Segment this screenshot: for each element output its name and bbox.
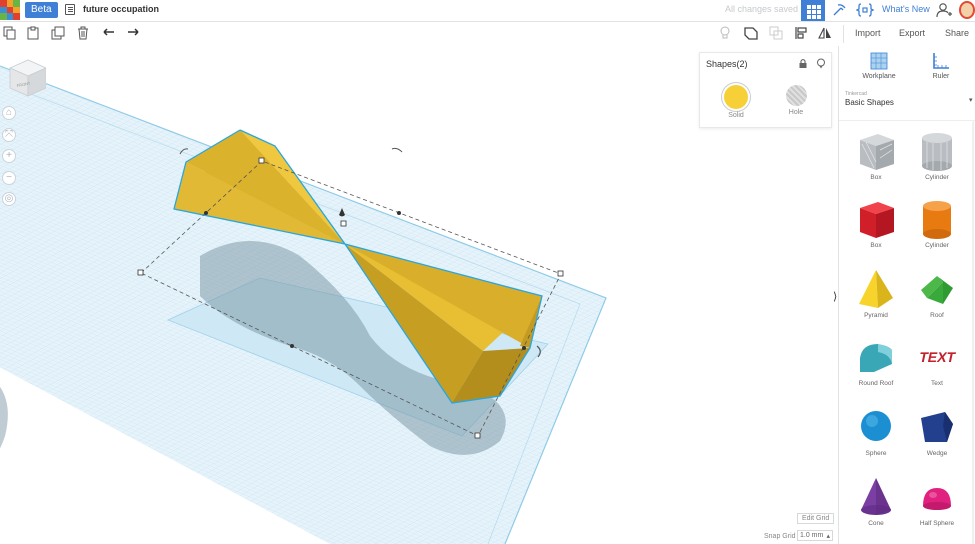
- shape-round-roof[interactable]: Round Roof: [851, 336, 901, 387]
- shape-inspector: Shapes(2) Solid Hole: [699, 52, 832, 128]
- shape-label: Half Sphere: [919, 520, 955, 527]
- delete-icon[interactable]: [76, 26, 90, 40]
- edge-handle[interactable]: [290, 344, 294, 348]
- solid-option[interactable]: Solid: [716, 85, 756, 119]
- shape-label: Wedge: [926, 450, 948, 457]
- align-icon[interactable]: [794, 26, 808, 40]
- perspective-icon[interactable]: ◎: [2, 192, 16, 206]
- shape-text[interactable]: TEXT Text: [912, 336, 962, 387]
- shape-roof[interactable]: Roof: [912, 268, 962, 319]
- ungroup-icon[interactable]: [769, 26, 783, 40]
- shape-label: Roof: [930, 312, 944, 319]
- shape-sphere[interactable]: Sphere: [851, 406, 901, 457]
- inspector-title: Shapes(2): [706, 59, 748, 69]
- save-status: All changes saved: [725, 4, 799, 14]
- lock-icon[interactable]: [798, 58, 808, 69]
- edit-grid-button[interactable]: Edit Grid: [797, 513, 835, 524]
- grid-view-icon[interactable]: [801, 0, 825, 21]
- chevron-icon: ▴: [826, 533, 830, 540]
- toolbar: Import Export Share: [0, 22, 975, 46]
- panel-scrollbar[interactable]: [972, 120, 974, 544]
- whats-new-link[interactable]: What's New: [882, 4, 930, 14]
- paste-icon[interactable]: [26, 26, 40, 40]
- off-canvas-shadow: [0, 386, 8, 449]
- toolbar-divider: [843, 25, 844, 43]
- library-source: Tinkercad: [845, 91, 867, 97]
- ruler-tool[interactable]: Ruler: [913, 52, 969, 80]
- shape-half-sphere[interactable]: Half Sphere: [912, 476, 962, 527]
- shape-label: Box: [870, 174, 882, 181]
- zoom-in-icon[interactable]: +: [2, 149, 16, 163]
- export-button[interactable]: Export: [899, 28, 925, 38]
- import-button[interactable]: Import: [855, 28, 881, 38]
- shapes-panel: Workplane Ruler Tinkercad Basic Shapes ▾…: [838, 46, 975, 544]
- view-cube[interactable]: FRONT: [8, 58, 46, 98]
- chevron-down-icon[interactable]: ▾: [969, 96, 973, 104]
- library-select[interactable]: Basic Shapes: [845, 98, 894, 107]
- edge-handle[interactable]: [397, 211, 401, 215]
- snap-grid-select[interactable]: 1.0 mm ▴: [797, 530, 833, 541]
- shape-label: Pyramid: [864, 312, 888, 319]
- home-icon[interactable]: ⌂: [2, 106, 16, 120]
- text-shape-glyphs: TEXT: [918, 349, 957, 365]
- shape-cone[interactable]: Cone: [851, 476, 901, 527]
- hole-option[interactable]: Hole: [776, 85, 816, 116]
- shape-cylinder[interactable]: Cylinder: [912, 198, 962, 249]
- shape-label: Round Roof: [858, 380, 894, 387]
- hole-label: Hole: [788, 109, 804, 116]
- ruler-label: Ruler: [932, 73, 950, 80]
- shape-label: Box: [870, 242, 882, 249]
- workplane-icon: [870, 52, 888, 70]
- light-bulb-icon[interactable]: [816, 58, 826, 69]
- shape-cylinder-hole[interactable]: Cylinder: [912, 130, 962, 181]
- shape-label: Cone: [868, 520, 884, 527]
- shape-box-hole[interactable]: Box: [851, 130, 901, 181]
- account-icon[interactable]: [935, 2, 953, 18]
- document-title[interactable]: future occupation: [83, 4, 159, 14]
- group-icon[interactable]: [744, 26, 758, 40]
- solid-label: Solid: [728, 112, 744, 119]
- resize-handle[interactable]: [557, 270, 564, 277]
- edge-handle[interactable]: [204, 211, 208, 215]
- redo-icon[interactable]: [126, 26, 140, 40]
- hole-swatch[interactable]: [785, 85, 807, 106]
- workplane-label: Workplane: [862, 73, 896, 80]
- workplane-tool[interactable]: Workplane: [851, 52, 907, 80]
- shape-label: Cylinder: [925, 174, 949, 181]
- zoom-out-icon[interactable]: −: [2, 171, 16, 185]
- resize-handle[interactable]: [258, 157, 265, 164]
- document-icon[interactable]: [65, 4, 75, 15]
- shape-label: Cylinder: [925, 242, 949, 249]
- resize-handle[interactable]: [474, 432, 481, 439]
- fit-icon[interactable]: ⤧: [2, 128, 16, 142]
- app-logo-icon[interactable]: [0, 0, 20, 20]
- copy-icon[interactable]: [3, 26, 17, 40]
- shape-label: Text: [931, 380, 943, 387]
- shape-wedge[interactable]: Wedge: [912, 406, 962, 457]
- panel-divider: [839, 120, 975, 121]
- resize-handle[interactable]: [340, 220, 347, 227]
- beta-badge: Beta: [25, 2, 58, 18]
- shape-pyramid[interactable]: Pyramid: [851, 268, 901, 319]
- mirror-icon[interactable]: [818, 26, 832, 40]
- duplicate-icon[interactable]: [51, 26, 65, 40]
- pickaxe-icon[interactable]: [830, 2, 848, 18]
- snap-grid-value: 1.0 mm: [800, 532, 824, 539]
- light-bulb-icon[interactable]: [718, 26, 732, 40]
- ruler-icon: [932, 52, 950, 70]
- code-blocks-icon[interactable]: [855, 2, 875, 18]
- resize-handle[interactable]: [137, 269, 144, 276]
- shape-label: Sphere: [865, 450, 887, 457]
- edge-handle[interactable]: [522, 346, 526, 350]
- shape-box[interactable]: Box: [851, 198, 901, 249]
- avatar[interactable]: [959, 1, 975, 19]
- solid-color-swatch[interactable]: [724, 85, 748, 109]
- snap-grid-label: Snap Grid: [764, 533, 796, 540]
- undo-icon[interactable]: [102, 26, 116, 40]
- top-bar: Beta future occupation All changes saved…: [0, 0, 975, 22]
- share-button[interactable]: Share: [945, 28, 969, 38]
- rotate-handle[interactable]: [391, 147, 403, 153]
